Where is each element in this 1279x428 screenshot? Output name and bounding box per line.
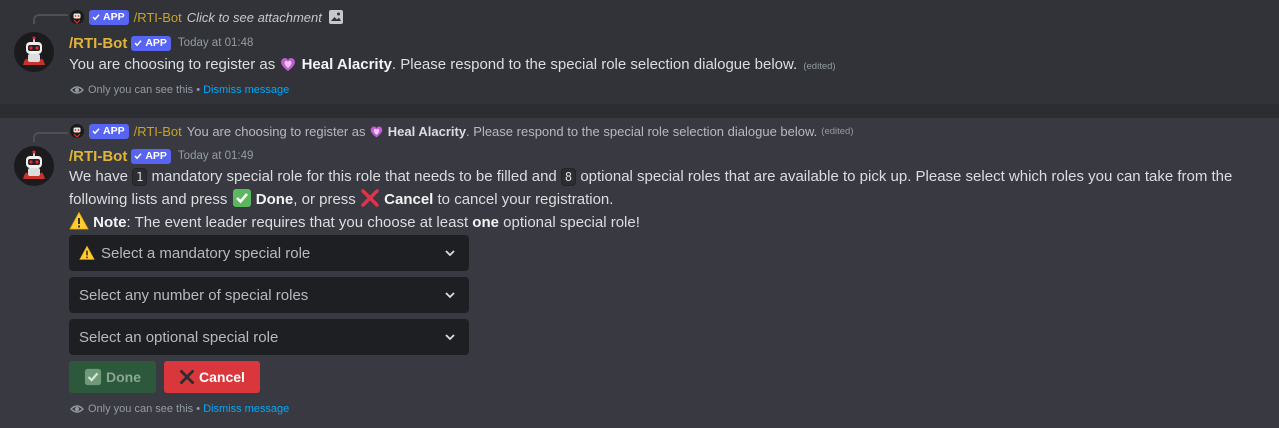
cross-mark-icon [180, 370, 195, 384]
message-content: We have 1 mandatory special role for thi… [69, 166, 1269, 234]
reply-text[interactable]: Click to see attachment [187, 10, 322, 25]
check-icon [134, 40, 142, 47]
bot-avatar[interactable] [14, 146, 54, 186]
dismiss-message-link[interactable]: Dismiss message [203, 403, 289, 415]
content-line-1: We have 1 mandatory special role for thi… [69, 168, 1233, 186]
app-tag: APP [131, 148, 171, 164]
eye-icon [70, 86, 84, 94]
optional-count: 8 [560, 168, 577, 186]
warning-icon [69, 211, 89, 230]
reply-preview[interactable]: APP /RTI-Bot You are choosing to registe… [70, 122, 854, 140]
edited-label: (edited) [821, 125, 854, 137]
chevron-down-icon [445, 334, 455, 341]
note-label: Note [93, 214, 127, 231]
reply-connector [33, 132, 68, 142]
message-divider [0, 104, 1279, 118]
bot-avatar-icon [70, 10, 84, 24]
edited-label: (edited) [803, 61, 836, 72]
chevron-down-icon [445, 292, 455, 299]
chevron-down-icon [445, 250, 455, 257]
ephemeral-notice: Only you can see this • Dismiss message [70, 401, 289, 417]
role-name: Heal Alacrity [301, 56, 392, 73]
cross-mark-icon [361, 189, 379, 207]
reply-preview[interactable]: APP /RTI-Bot Click to see attachment [70, 8, 344, 26]
mandatory-role-select[interactable]: Select a mandatory special role [69, 235, 469, 271]
check-icon [134, 153, 142, 160]
select-placeholder: Select any number of special roles [79, 286, 309, 304]
reply-author[interactable]: /RTI-Bot [134, 124, 182, 139]
select-placeholder: Select a mandatory special role [101, 244, 311, 262]
optional-role-select[interactable]: Select an optional special role [69, 319, 469, 355]
mandatory-count: 1 [132, 168, 148, 186]
eye-icon [70, 405, 84, 413]
check-mark-button-icon [84, 368, 102, 386]
select-placeholder: Select an optional special role [79, 328, 279, 346]
cancel-button[interactable]: Cancel [164, 361, 260, 393]
timestamp[interactable]: Today at 01:49 [178, 150, 253, 162]
reply-text-before[interactable]: You are choosing to register as [187, 124, 366, 139]
reply-role-name: Heal Alacrity [387, 123, 467, 139]
check-icon [92, 14, 100, 21]
message-1: APP /RTI-Bot Click to see attachment /RT… [0, 0, 1279, 104]
dismiss-message-link[interactable]: Dismiss message [203, 84, 289, 96]
app-tag: APP [89, 123, 129, 139]
ephemeral-notice: Only you can see this • Dismiss message [70, 82, 289, 98]
warning-icon [79, 245, 95, 260]
special-roles-select[interactable]: Select any number of special roles [69, 277, 469, 313]
message-content: You are choosing to register as Heal Ala… [69, 56, 836, 73]
check-mark-button-icon [232, 189, 251, 207]
reply-author[interactable]: /RTI-Bot [134, 10, 182, 25]
author-name[interactable]: /RTI-Bot [69, 35, 127, 52]
image-icon [328, 10, 343, 24]
author-name[interactable]: /RTI-Bot [69, 148, 127, 165]
heal-alacrity-icon [370, 126, 383, 137]
app-tag: APP [89, 9, 129, 25]
heal-alacrity-icon [281, 58, 296, 71]
check-icon [92, 128, 100, 135]
app-tag: APP [131, 35, 171, 51]
message-header: /RTI-Bot APP Today at 01:48 [69, 33, 253, 53]
done-button[interactable]: Done [69, 361, 156, 393]
timestamp[interactable]: Today at 01:48 [178, 37, 253, 49]
reply-connector [33, 14, 68, 24]
content-line-note: Note: The event leader requires that you… [69, 211, 1269, 234]
bot-avatar[interactable] [14, 32, 54, 72]
bot-avatar-icon [70, 124, 84, 138]
content-line-2: following lists and press Done, or press… [69, 188, 1269, 211]
message-header: /RTI-Bot APP Today at 01:49 [69, 146, 253, 166]
